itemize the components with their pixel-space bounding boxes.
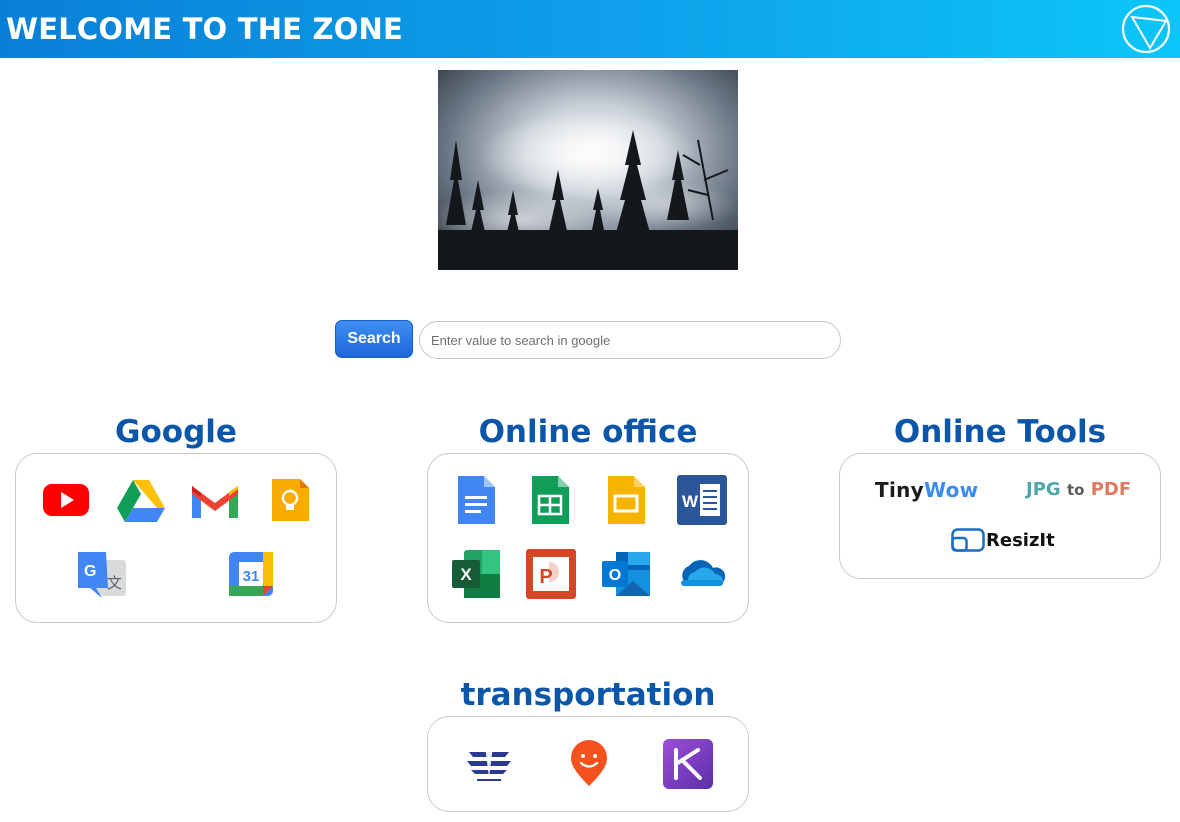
to-label: to [1066, 481, 1085, 499]
jpg-label: JPG [1026, 479, 1061, 500]
tinywow-link[interactable]: TinyWow [875, 478, 978, 502]
word-letter: W [682, 492, 699, 511]
resizit-icon [951, 528, 985, 552]
outlook-letter: O [609, 567, 621, 584]
tools-box: TinyWow JPG to PDF ResizIt [839, 453, 1161, 579]
google-docs-icon[interactable] [450, 474, 502, 526]
svg-text:文: 文 [107, 574, 122, 592]
tinywow-part2: Wow [923, 478, 979, 502]
google-keep-icon[interactable] [264, 474, 316, 526]
word-icon[interactable]: W [676, 474, 728, 526]
search-input[interactable] [419, 321, 841, 359]
globe-triangle-icon[interactable] [1120, 3, 1172, 55]
jpg-to-pdf-link[interactable]: JPG to PDF [1026, 479, 1131, 500]
excel-letter: X [460, 565, 472, 584]
svg-text:G: G [84, 563, 96, 580]
onedrive-icon[interactable] [675, 548, 727, 600]
google-sheets-icon[interactable] [524, 474, 576, 526]
tinywow-part1: Tiny [875, 478, 924, 502]
section-title-office: Online office [478, 414, 698, 450]
youtube-icon[interactable] [40, 474, 92, 526]
resizit-link[interactable]: ResizIt [951, 528, 1055, 556]
google-slides-icon[interactable] [600, 474, 652, 526]
section-title-tools: Online Tools [893, 414, 1107, 450]
gmail-icon[interactable] [189, 474, 241, 526]
google-translate-icon[interactable]: G文 [76, 548, 128, 600]
google-calendar-icon[interactable]: 31 [225, 548, 277, 600]
section-title-google: Google [115, 414, 237, 450]
page-title: WELCOME TO THE ZONE [6, 12, 404, 46]
pdf-label: PDF [1090, 479, 1132, 500]
resizit-label: ResizIt [986, 529, 1055, 551]
outlook-icon[interactable]: O [600, 548, 652, 600]
calendar-day-label: 31 [243, 568, 260, 585]
excel-icon[interactable]: X [450, 548, 502, 600]
search-button[interactable]: Search [335, 320, 413, 358]
moovit-icon[interactable] [563, 738, 615, 790]
google-apps-box: G文 31 [15, 453, 337, 623]
kavkav-icon[interactable] [662, 738, 714, 790]
hero-image [438, 70, 738, 270]
israel-railways-icon[interactable] [463, 738, 515, 790]
powerpoint-icon[interactable]: P [525, 548, 577, 600]
header-bar: WELCOME TO THE ZONE [0, 0, 1180, 58]
office-apps-box: W X P O [427, 453, 749, 623]
google-drive-icon[interactable] [115, 474, 167, 526]
section-title-transport: transportation [460, 677, 716, 713]
transport-box [427, 716, 749, 812]
powerpoint-letter: P [539, 566, 552, 588]
